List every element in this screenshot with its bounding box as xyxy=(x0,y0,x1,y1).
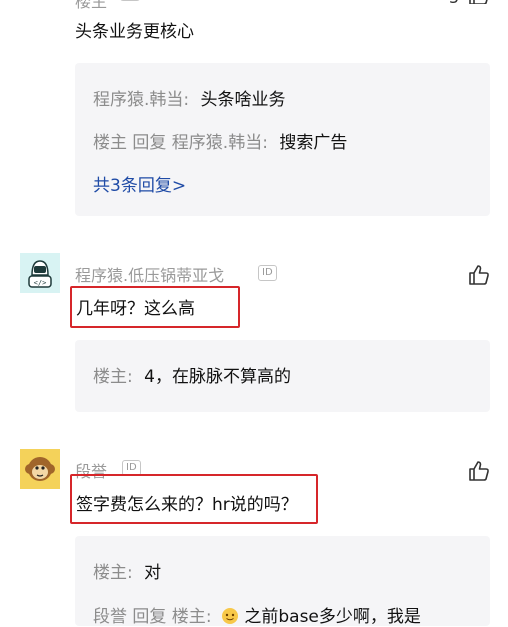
more-replies-link[interactable]: 共3条回复> xyxy=(93,171,186,196)
reply-text: 之前base多少啊，我是 xyxy=(244,607,421,627)
comment-text: 头条业务更核心 xyxy=(75,22,194,42)
reply-text: 4，在脉脉不算高的 xyxy=(144,367,291,387)
reply-list: 楼主: 4，在脉脉不算高的 xyxy=(75,340,490,412)
highlight-box xyxy=(70,286,240,328)
reply-separator: : xyxy=(183,90,190,110)
reply-separator: : xyxy=(262,133,268,153)
comment-author[interactable]: 楼主 xyxy=(75,0,107,12)
reply-text: 对 xyxy=(144,563,162,583)
id-badge xyxy=(120,0,140,1)
reply-item[interactable]: 楼主: 4，在脉脉不算高的 xyxy=(93,362,291,387)
svg-text:</>: </> xyxy=(34,279,47,287)
reply-text: 搜索广告 xyxy=(279,133,348,153)
avatar[interactable]: </> xyxy=(20,253,60,293)
thumbs-up-icon[interactable] xyxy=(468,460,490,482)
thumbs-up-icon[interactable] xyxy=(468,264,490,286)
id-badge: ID xyxy=(258,265,277,281)
highlight-box xyxy=(70,474,318,524)
reply-author[interactable]: 段誉 回复 楼主 xyxy=(93,607,206,627)
reply-item[interactable]: 楼主 回复 程序猿.韩当: 搜索广告 xyxy=(93,128,347,153)
like-count: 5 xyxy=(449,0,459,7)
robot-avatar-icon: </> xyxy=(20,253,60,293)
reply-separator: : xyxy=(127,367,133,387)
monkey-avatar-icon xyxy=(20,449,60,489)
reply-author[interactable]: 楼主 xyxy=(93,367,127,387)
reply-separator: : xyxy=(205,607,212,627)
reply-list: 楼主: 对 段誉 回复 楼主: 之前base多少啊，我是 xyxy=(75,536,490,627)
reply-author[interactable]: 楼主 回复 程序猿.韩当 xyxy=(93,133,262,153)
reply-author[interactable]: 程序猿.韩当 xyxy=(93,90,183,110)
reply-text: 头条啥业务 xyxy=(200,90,286,110)
reply-item[interactable]: 楼主: 对 xyxy=(93,558,161,583)
thumbs-up-icon[interactable] xyxy=(468,0,490,4)
reply-list: 程序猿.韩当: 头条啥业务 楼主 回复 程序猿.韩当: 搜索广告 共3条回复> xyxy=(75,63,490,216)
reply-author[interactable]: 楼主 xyxy=(93,563,127,583)
reply-item[interactable]: 程序猿.韩当: 头条啥业务 xyxy=(93,85,286,110)
avatar[interactable] xyxy=(20,449,60,489)
comment-author[interactable]: 程序猿.低压锅蒂亚戈 xyxy=(75,262,224,286)
reply-separator: : xyxy=(127,563,133,583)
emoji-icon xyxy=(221,608,238,624)
